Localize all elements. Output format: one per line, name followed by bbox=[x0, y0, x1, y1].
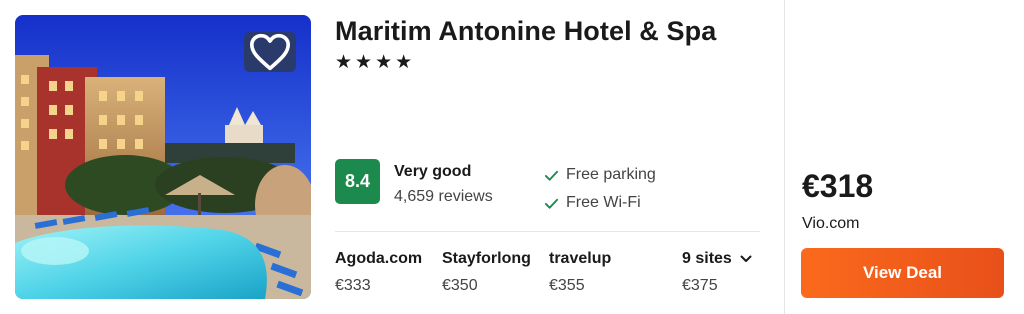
column-divider bbox=[784, 0, 785, 314]
more-sites-price: €375 bbox=[682, 277, 718, 294]
provider-name: Stayforlong bbox=[442, 250, 531, 267]
provider-price: €350 bbox=[442, 277, 478, 294]
provider-offer-agoda[interactable]: Agoda.com €333 bbox=[335, 250, 422, 295]
hotel-photo[interactable] bbox=[15, 15, 311, 299]
review-count[interactable]: 4,659 reviews bbox=[394, 188, 493, 206]
provider-price: €333 bbox=[335, 277, 371, 294]
best-price-site: Vio.com bbox=[802, 215, 860, 232]
chevron-down-icon bbox=[740, 255, 752, 262]
view-deal-button[interactable]: View Deal bbox=[801, 248, 1004, 298]
best-price: €318 bbox=[802, 168, 874, 204]
rating-label: Very good bbox=[394, 163, 472, 180]
amenity-free-parking: Free parking bbox=[544, 166, 656, 184]
hotel-name[interactable]: Maritim Antonine Hotel & Spa bbox=[335, 16, 716, 47]
star-rating: ★★★★ bbox=[335, 52, 416, 73]
heart-icon bbox=[250, 33, 290, 71]
provider-offer-stayforlong[interactable]: Stayforlong €350 bbox=[442, 250, 531, 295]
amenity-free-wifi: Free Wi-Fi bbox=[544, 194, 641, 212]
provider-name: Agoda.com bbox=[335, 250, 423, 267]
amenity-label: Free Wi-Fi bbox=[566, 194, 641, 211]
divider bbox=[335, 231, 760, 232]
provider-price: €355 bbox=[549, 277, 585, 294]
amenity-label: Free parking bbox=[566, 166, 656, 183]
hotel-result-card: Maritim Antonine Hotel & Spa ★★★★ 8.4 Ve… bbox=[0, 0, 1024, 314]
more-sites-label: 9 sites bbox=[682, 250, 732, 267]
favorite-button[interactable] bbox=[244, 32, 296, 72]
review-score-badge: 8.4 bbox=[335, 159, 380, 204]
provider-offer-travelup[interactable]: travelup €355 bbox=[549, 250, 611, 295]
check-icon bbox=[544, 198, 559, 209]
check-icon bbox=[544, 170, 559, 181]
provider-name: travelup bbox=[549, 250, 612, 267]
more-sites-toggle[interactable]: 9 sites bbox=[682, 250, 752, 268]
more-sites-dropdown[interactable]: 9 sites €375 bbox=[682, 250, 752, 295]
